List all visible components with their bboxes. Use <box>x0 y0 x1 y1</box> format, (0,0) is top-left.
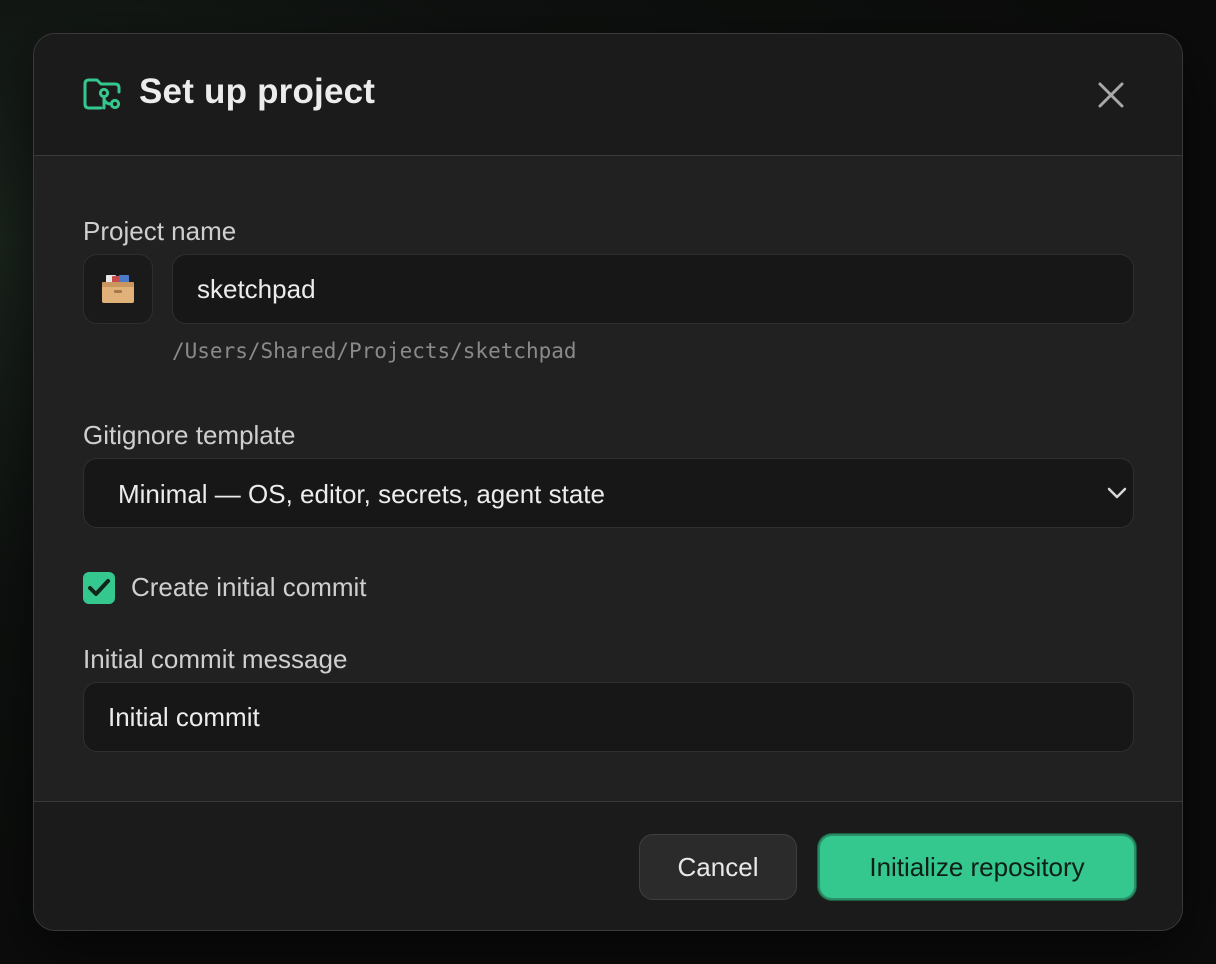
gitignore-selected-value: Minimal — OS, editor, secrets, agent sta… <box>118 479 605 509</box>
project-name-input[interactable] <box>172 254 1134 324</box>
checkmark-icon <box>88 579 110 596</box>
chevron-down-icon <box>1107 487 1127 499</box>
cancel-button[interactable]: Cancel <box>639 834 797 900</box>
commit-message-label: Initial commit message <box>83 644 348 674</box>
project-path-hint: /Users/Shared/Projects/sketchpad <box>172 339 577 363</box>
commit-message-input[interactable] <box>83 682 1134 752</box>
dialog-footer: Cancel Initialize repository <box>34 801 1182 930</box>
create-initial-commit-label[interactable]: Create initial commit <box>131 572 367 603</box>
project-emoji-button[interactable] <box>83 254 153 324</box>
gitignore-template-select[interactable]: Minimal — OS, editor, secrets, agent sta… <box>83 458 1134 528</box>
dialog-header: Set up project <box>34 34 1182 156</box>
setup-project-dialog: Set up project Project name /Users/Share… <box>33 33 1183 931</box>
folder-git-icon <box>83 78 121 110</box>
dialog-body: Project name /Users/Shared/Projects/sket… <box>34 156 1182 801</box>
gitignore-template-label: Gitignore template <box>83 420 296 450</box>
project-name-label: Project name <box>83 216 237 246</box>
close-icon[interactable] <box>1094 78 1128 112</box>
card-file-box-icon <box>102 275 134 303</box>
create-initial-commit-checkbox[interactable] <box>83 572 115 604</box>
initialize-repository-button[interactable]: Initialize repository <box>818 834 1136 900</box>
dialog-title: Set up project <box>139 72 376 111</box>
